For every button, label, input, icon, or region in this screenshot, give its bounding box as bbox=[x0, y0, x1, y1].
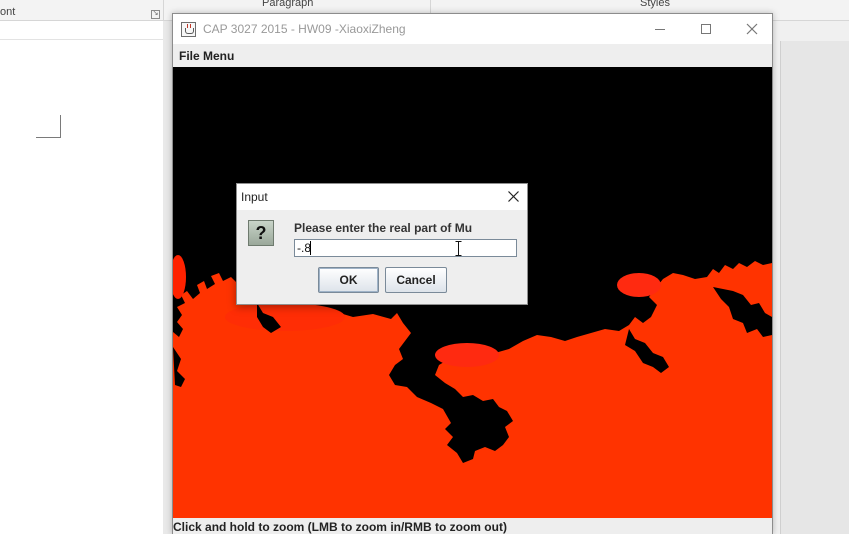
ok-button[interactable]: OK bbox=[318, 267, 379, 293]
maximize-icon bbox=[701, 24, 711, 34]
file-menu[interactable]: File Menu bbox=[179, 49, 234, 63]
background-right-pane bbox=[773, 21, 849, 534]
dialog-prompt: Please enter the real part of Mu bbox=[294, 221, 473, 235]
background-pane-inner bbox=[780, 41, 849, 534]
input-dialog: Input ? Please enter the real part of Mu… bbox=[236, 183, 528, 305]
java-cup-icon bbox=[181, 22, 196, 37]
minimize-icon bbox=[655, 29, 665, 30]
fractal-bulb bbox=[617, 273, 661, 297]
close-icon bbox=[746, 23, 758, 35]
question-icon: ? bbox=[248, 220, 274, 246]
page-edge bbox=[0, 39, 163, 40]
fractal-bulb bbox=[225, 303, 345, 331]
window-titlebar[interactable]: CAP 3027 2015 - HW09 -XiaoxiZheng bbox=[173, 14, 772, 44]
status-text: Click and hold to zoom (LMB to zoom in/R… bbox=[173, 520, 507, 534]
ibeam-cursor-icon bbox=[455, 241, 462, 256]
maximize-button[interactable] bbox=[683, 14, 729, 44]
text-caret bbox=[310, 241, 311, 255]
real-part-input[interactable] bbox=[294, 239, 517, 257]
minimize-button[interactable] bbox=[637, 14, 683, 44]
close-button[interactable] bbox=[729, 14, 775, 44]
close-icon bbox=[508, 191, 519, 202]
ribbon-group-styles-label: Styles bbox=[640, 0, 670, 9]
cancel-button[interactable]: Cancel bbox=[385, 267, 447, 293]
margin-corner-mark bbox=[36, 115, 61, 138]
ribbon-group-font-label: ont bbox=[0, 6, 16, 18]
ribbon-separator bbox=[163, 0, 164, 20]
dialog-close-button[interactable] bbox=[499, 184, 527, 210]
window-title: CAP 3027 2015 - HW09 -XiaoxiZheng bbox=[203, 22, 406, 36]
menu-bar: File Menu bbox=[173, 44, 772, 66]
background-document-page bbox=[0, 21, 163, 534]
dialog-title: Input bbox=[241, 190, 268, 204]
dialog-launcher-icon[interactable]: ↘ bbox=[151, 10, 160, 19]
fractal-bulb bbox=[435, 343, 499, 367]
dialog-titlebar[interactable]: Input bbox=[237, 184, 527, 210]
status-bar: Click and hold to zoom (LMB to zoom in/R… bbox=[173, 518, 772, 534]
ribbon-group-paragraph-label: Paragraph bbox=[262, 0, 314, 9]
